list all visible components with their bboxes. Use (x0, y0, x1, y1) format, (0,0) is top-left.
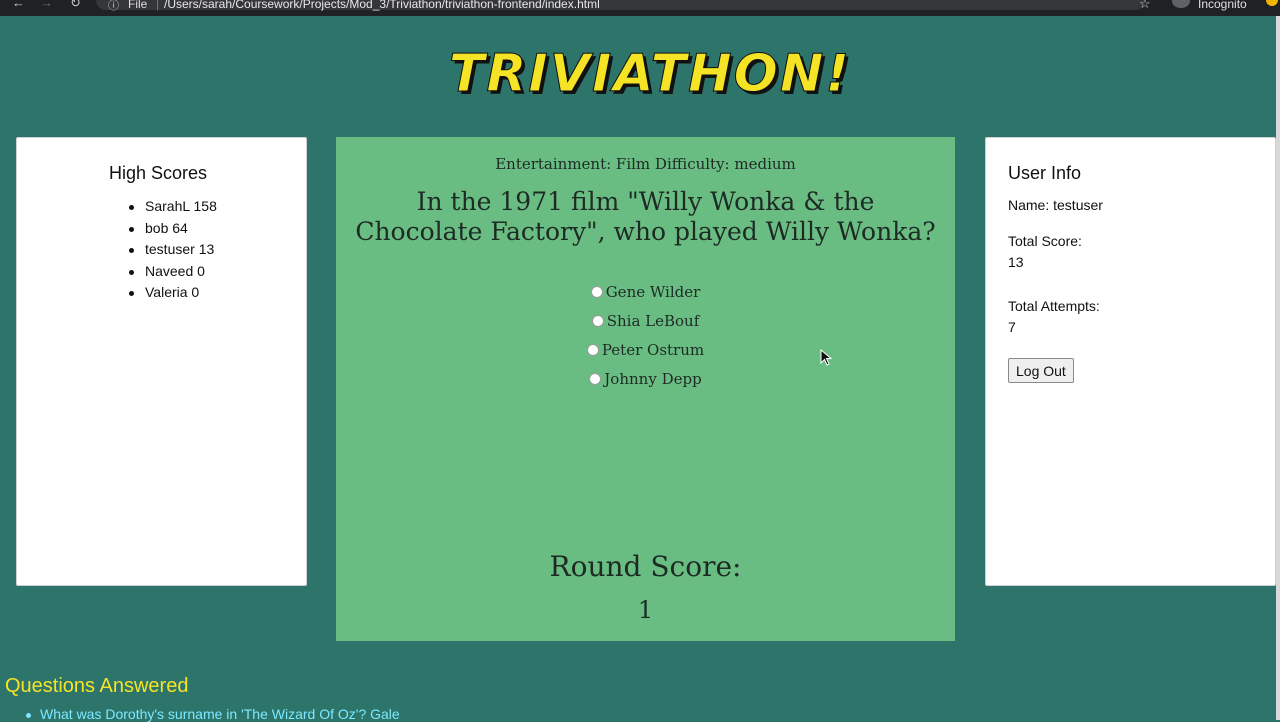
separator: | (156, 0, 160, 11)
log-out-button[interactable]: Log Out (1008, 358, 1074, 383)
high-scores-panel: High Scores SarahL 158 bob 64 testuser 1… (16, 137, 307, 586)
bookmark-star-icon[interactable]: ☆ (1139, 0, 1151, 12)
user-name: Name: testuser (1008, 197, 1103, 213)
answer-label[interactable]: Gene Wilder (606, 283, 701, 301)
answer-label[interactable]: Peter Ostrum (602, 341, 704, 359)
user-info-title: User Info (1008, 163, 1082, 183)
scrollbar[interactable] (1276, 16, 1280, 720)
radio-button[interactable] (586, 343, 599, 356)
answer-label[interactable]: Shia LeBouf (607, 312, 700, 330)
url-text[interactable]: /Users/sarah/Coursework/Projects/Mod_3/T… (164, 0, 600, 11)
answer-label[interactable]: Johnny Depp (604, 370, 701, 388)
round-score-value: 1 (637, 596, 654, 624)
forward-icon[interactable]: → (40, 0, 53, 10)
question-panel: Entertainment: Film Difficulty: medium I… (336, 137, 955, 641)
high-score-item: SarahL 158 (129, 196, 217, 218)
mouse-cursor-icon (820, 349, 833, 366)
answer-option[interactable]: Gene Wilder (336, 277, 955, 306)
address-bar[interactable]: ⓘ File | /Users/sarah/Coursework/Project… (96, 0, 1146, 13)
question-category: Entertainment: Film Difficulty: medium (495, 155, 796, 173)
radio-button[interactable] (589, 372, 602, 385)
total-score-value: 13 (1008, 254, 1024, 270)
answer-option[interactable]: Shia LeBouf (336, 306, 955, 335)
user-info-panel: User Info Name: testuser Total Score: 13… (985, 137, 1276, 586)
back-icon[interactable]: ← (12, 0, 25, 10)
round-score-label: Round Score: (549, 550, 742, 583)
incognito-label: Incognito (1198, 0, 1247, 11)
question-text: In the 1971 film "Willy Wonka & the Choc… (355, 187, 936, 246)
questions-answered-title: Questions Answered (5, 675, 189, 697)
high-scores-list: SarahL 158 bob 64 testuser 13 Naveed 0 V… (129, 196, 217, 304)
total-attempts-value: 7 (1008, 319, 1016, 335)
answer-options: Gene Wilder Shia LeBouf Peter Ostrum Joh… (336, 277, 955, 393)
incognito-icon (1172, 0, 1190, 8)
high-score-item: Naveed 0 (129, 261, 217, 283)
radio-button[interactable] (590, 285, 603, 298)
browser-toolbar: ← → ↻ ⓘ File | /Users/sarah/Coursework/P… (0, 0, 1280, 16)
reload-icon[interactable]: ↻ (70, 0, 81, 11)
high-scores-title: High Scores (109, 163, 208, 183)
radio-button[interactable] (591, 314, 604, 327)
total-score-label: Total Score: (1008, 233, 1082, 249)
high-score-item: bob 64 (129, 218, 217, 240)
total-attempts-label: Total Attempts: (1008, 298, 1100, 314)
file-label: File (128, 0, 148, 11)
answer-option[interactable]: Johnny Depp (336, 364, 955, 393)
answer-option[interactable]: Peter Ostrum (336, 335, 955, 364)
extension-icon[interactable] (1266, 0, 1278, 6)
high-score-item: testuser 13 (129, 239, 217, 261)
high-score-item: Valeria 0 (129, 282, 217, 304)
info-icon[interactable]: ⓘ (108, 0, 119, 13)
page-title: TRIVIATHON! (448, 44, 852, 105)
